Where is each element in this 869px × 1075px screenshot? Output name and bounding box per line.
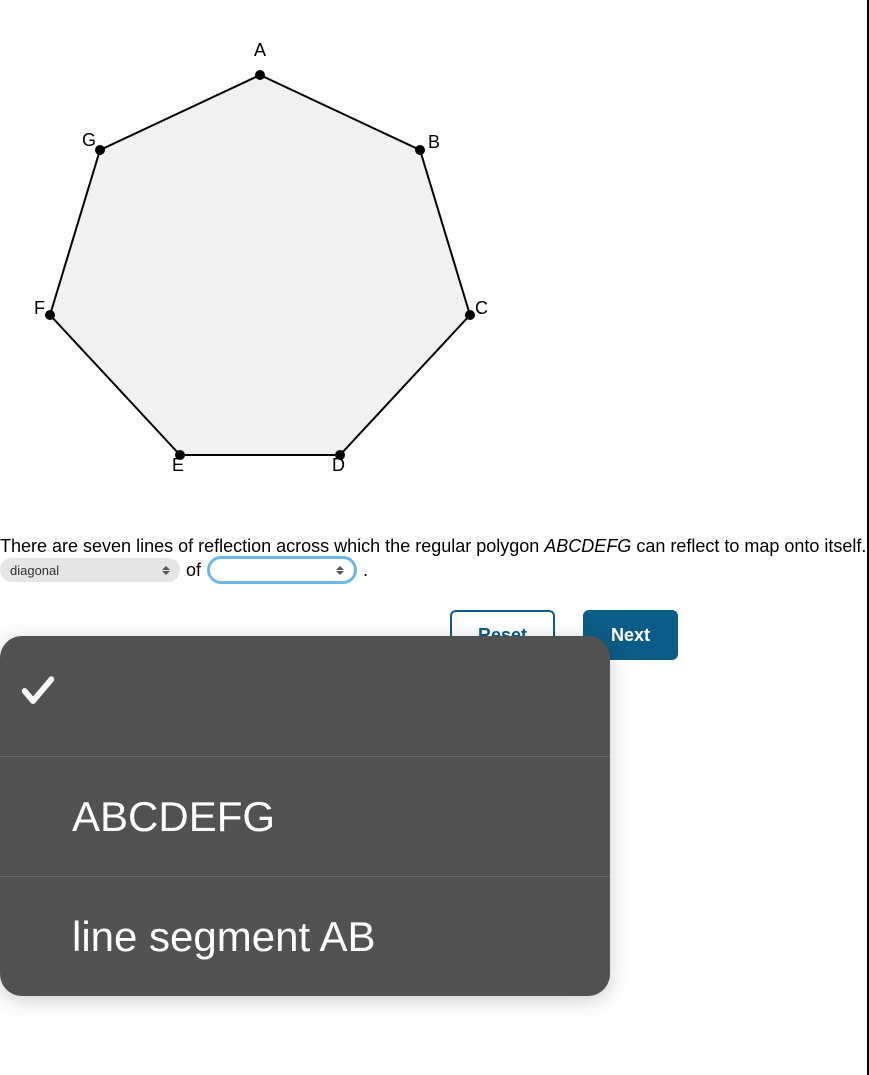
dropdown-option-label: line segment AB — [72, 913, 376, 961]
updown-caret-icon — [334, 566, 346, 575]
vertex-label-a: A — [254, 40, 266, 61]
select-relation-value: diagonal — [10, 563, 59, 578]
dropdown-menu: ABCDEFG line segment AB — [0, 636, 610, 996]
question-period: . — [363, 560, 368, 581]
vertex-label-e: E — [172, 455, 184, 476]
select-target[interactable] — [207, 556, 357, 584]
vertex-b-dot — [415, 145, 425, 155]
heptagon-shape — [50, 75, 470, 455]
polygon-name-italic: ABCDEFG — [544, 536, 631, 556]
vertex-g-dot — [95, 145, 105, 155]
check-icon — [18, 671, 58, 721]
vertex-c-dot — [465, 310, 475, 320]
page-canvas: A B C D E F G There are seven lines of r… — [0, 0, 869, 1075]
vertex-a-dot — [255, 70, 265, 80]
heptagon-figure: A B C D E F G — [20, 30, 500, 500]
dropdown-option-blank[interactable] — [0, 636, 610, 756]
vertex-label-g: G — [82, 130, 96, 151]
dropdown-option-line-segment-ab[interactable]: line segment AB — [0, 876, 610, 996]
question-text-post: can reflect to map onto itself. On — [631, 536, 869, 556]
question-line-2: diagonal of . — [0, 556, 368, 584]
vertex-f-dot — [45, 310, 55, 320]
dropdown-option-label: ABCDEFG — [72, 793, 275, 841]
dropdown-option-abcdefg[interactable]: ABCDEFG — [0, 756, 610, 876]
vertex-label-c: C — [475, 298, 488, 319]
vertex-label-f: F — [34, 298, 45, 319]
updown-caret-icon — [160, 566, 172, 575]
select-relation[interactable]: diagonal — [0, 558, 180, 582]
connector-of: of — [186, 560, 201, 581]
vertex-label-b: B — [428, 132, 440, 153]
question-text-pre: There are seven lines of reflection acro… — [0, 536, 544, 556]
vertex-label-d: D — [332, 455, 345, 476]
